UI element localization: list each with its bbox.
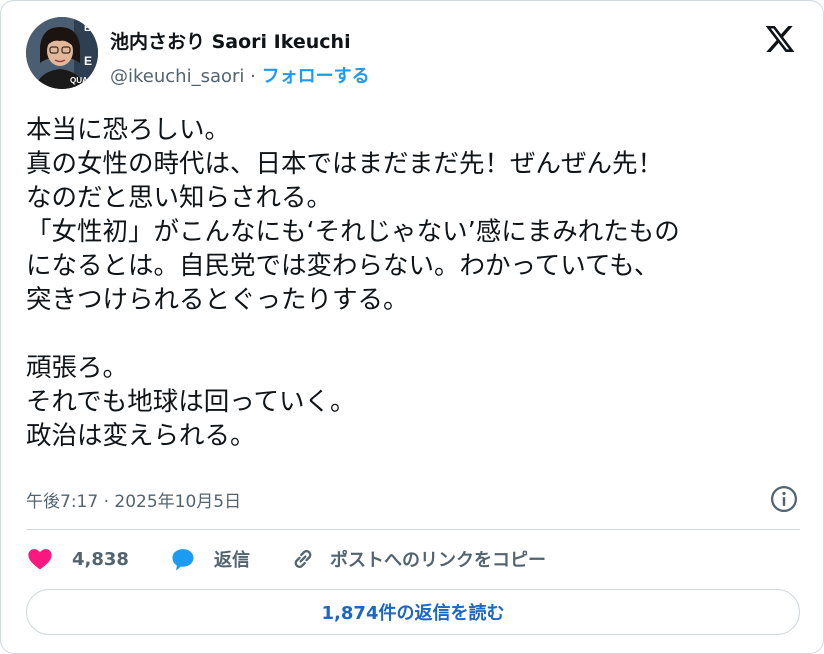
post-text-line: 真の女性の時代は、日本ではまだまだ先！ぜんぜん先！: [26, 149, 663, 179]
reply-button[interactable]: 返信: [168, 544, 250, 574]
info-icon[interactable]: [769, 484, 799, 514]
read-replies-button[interactable]: 1,874件の返信を読む: [26, 589, 800, 635]
post-card: E E QUA 池内さおり Saori Ikeuchi @ikeuchi_sao…: [0, 0, 824, 654]
author-handle[interactable]: @ikeuchi_saori: [110, 66, 244, 87]
post-text-line: 本当に恐ろしい。: [26, 115, 231, 145]
heart-icon: [28, 549, 52, 570]
post-text-line: それでも地球は回っていく。: [26, 387, 356, 417]
x-logo-icon[interactable]: [763, 23, 797, 55]
like-count: 4,838: [72, 548, 129, 570]
avatar[interactable]: E E QUA: [26, 17, 98, 89]
post-text-line: 突きつけられるとぐったりする。: [26, 285, 409, 315]
avatar-letter: E: [84, 23, 91, 34]
post-text-line: 「女性初」がこんなにも‘それじゃない’感にまみれたもの: [26, 217, 680, 247]
post-text-line: になるとは。自民党では変わらない。わかっていても、: [26, 251, 660, 281]
author-name[interactable]: 池内さおり Saori Ikeuchi: [110, 27, 351, 54]
post-text-line: 政治は変えられる。: [26, 421, 256, 451]
post-text-line: なのだと思い知らされる。: [26, 183, 333, 213]
reply-icon: [172, 549, 194, 571]
author-meta-row: @ikeuchi_saori · フォローする: [110, 62, 370, 88]
copy-link-label: ポストへのリンクをコピー: [330, 550, 546, 571]
divider: [26, 529, 800, 530]
post-timestamp[interactable]: 午後7:17 · 2025年10月5日: [26, 487, 241, 512]
avatar-image: E E QUA: [26, 17, 98, 89]
follow-button[interactable]: フォローする: [262, 66, 370, 87]
avatar-letter: E: [84, 54, 92, 68]
separator-dot: ·: [250, 66, 256, 87]
link-icon: [294, 550, 312, 568]
post-text-line: [26, 317, 811, 351]
copy-link-button[interactable]: ポストへのリンクをコピー: [288, 544, 546, 574]
post-text: 本当に恐ろしい。 真の女性の時代は、日本ではまだまだ先！ぜんぜん先！ なのだと思…: [26, 113, 811, 453]
action-bar: 4,838 返信 ポストへのリンクをコピー: [26, 544, 806, 574]
avatar-letter: QUA: [70, 76, 88, 85]
like-button[interactable]: 4,838: [26, 544, 129, 574]
post-text-line: 頑張ろ。: [26, 353, 129, 383]
reply-label: 返信: [214, 550, 250, 571]
